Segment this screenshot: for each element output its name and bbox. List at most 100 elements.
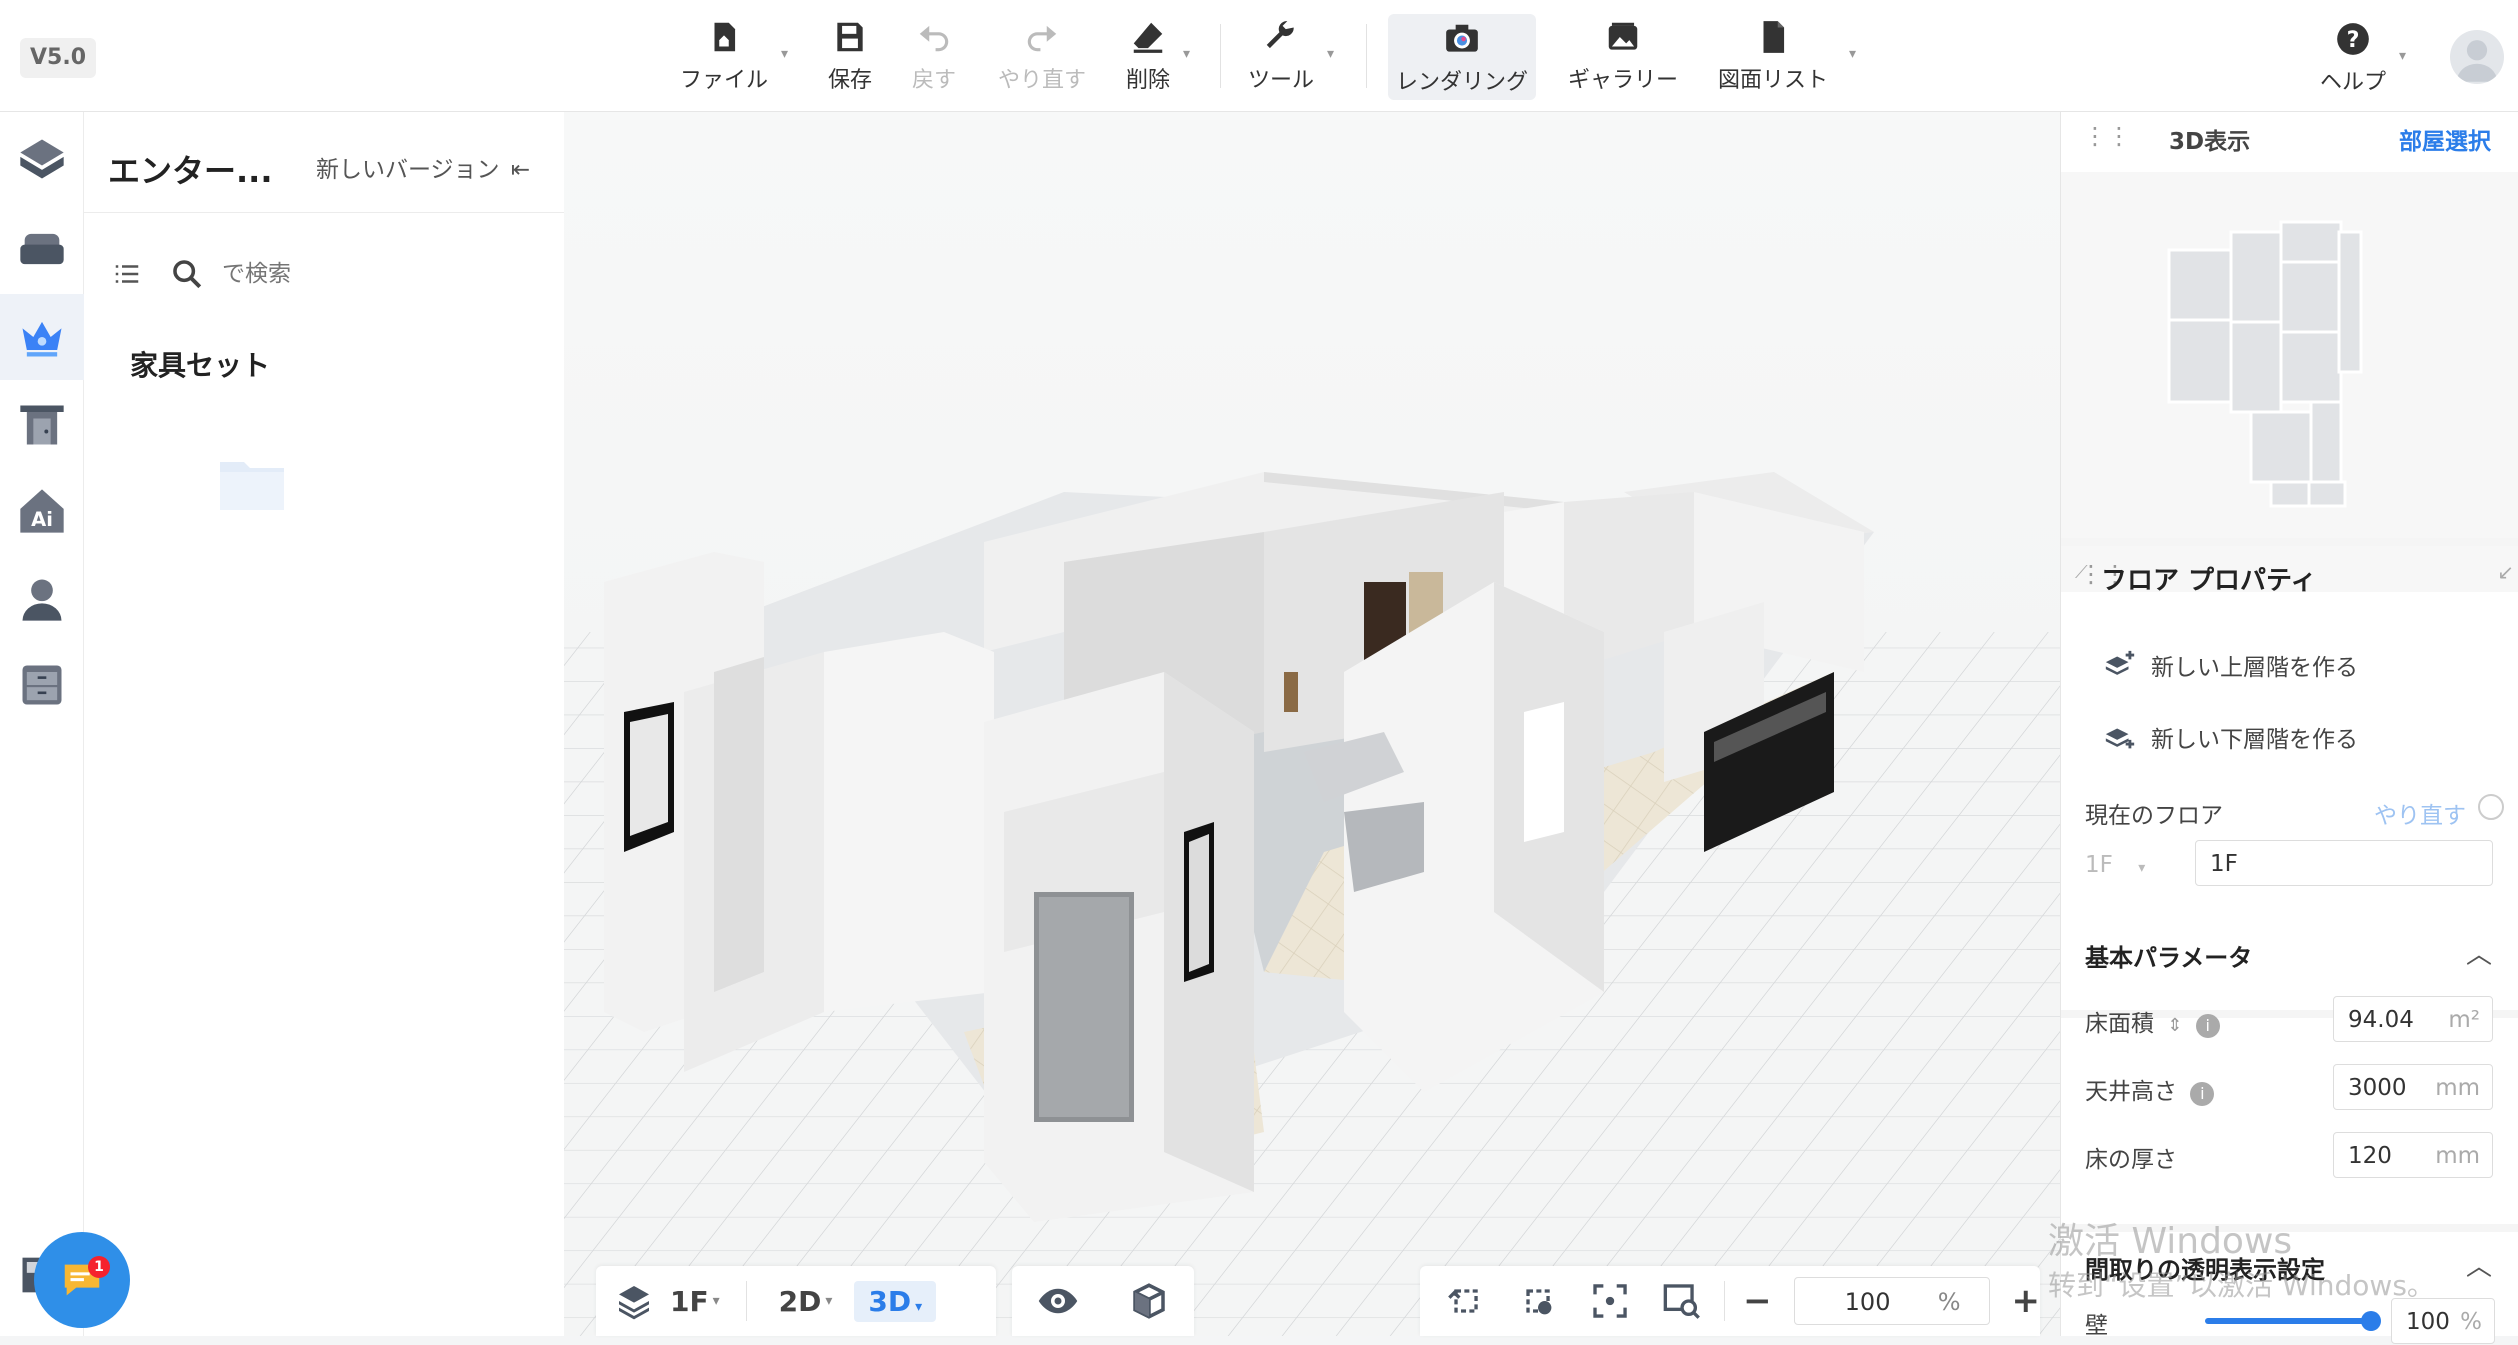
toolbar-divider bbox=[1366, 24, 1367, 88]
mode-3d-label: 3D bbox=[868, 1284, 912, 1318]
ceiling-height-text: 天井高さ bbox=[2085, 1079, 2177, 1105]
ceiling-height-field[interactable]: 3000 mm bbox=[2333, 1064, 2493, 1110]
version-badge: V5.0 bbox=[20, 38, 96, 78]
delete-label: 削除 bbox=[1126, 68, 1171, 93]
camera-settings-icon[interactable] bbox=[1518, 1279, 1558, 1323]
floor-switcher[interactable]: 1F ▾ bbox=[614, 1281, 720, 1321]
new-lower-floor-button[interactable]: 新しい下層階を作る bbox=[2103, 720, 2358, 754]
new-upper-floor-label: 新しい上層階を作る bbox=[2151, 655, 2358, 681]
crown-icon bbox=[22, 321, 62, 357]
rail-ai-design-button[interactable]: Ai bbox=[0, 468, 84, 554]
gallery-image-icon bbox=[1608, 22, 1638, 50]
wall-transparency-value: 100 bbox=[2406, 1309, 2450, 1335]
panel-title: エンター... bbox=[108, 152, 273, 190]
user-icon bbox=[2456, 40, 2498, 82]
wall-transparency-slider[interactable] bbox=[2205, 1311, 2381, 1331]
person-icon bbox=[22, 579, 62, 621]
wrench-icon bbox=[1266, 21, 1294, 49]
3d-viewport[interactable] bbox=[564, 112, 2060, 1336]
folder-icon[interactable] bbox=[218, 454, 286, 512]
floor-area-value: 94.04 bbox=[2348, 1007, 2414, 1033]
help-icon: ? bbox=[2337, 23, 2369, 55]
camera-controls-bar: − 100 % + bbox=[1420, 1266, 2040, 1336]
clock-icon bbox=[2478, 794, 2504, 820]
delete-button[interactable]: 削除 ▾ bbox=[1126, 18, 1190, 98]
floor-plan-cube-icon bbox=[20, 139, 64, 179]
tools-label: ツール bbox=[1248, 68, 1315, 93]
eye-icon[interactable] bbox=[1037, 1280, 1079, 1322]
mode-2d-button[interactable]: 2D bbox=[779, 1285, 822, 1318]
svg-text:Ai: Ai bbox=[31, 508, 53, 531]
collapse-arrow-icon[interactable]: ↙ bbox=[2497, 560, 2514, 584]
undo-button[interactable]: 戻す bbox=[912, 18, 956, 98]
list-icon[interactable] bbox=[112, 259, 142, 289]
floor-area-label: 床面積 ⇕ i bbox=[2085, 1004, 2220, 1038]
save-icon bbox=[837, 22, 863, 52]
chevron-down-icon: ▾ bbox=[712, 1293, 720, 1309]
gallery-button[interactable]: ギャラリー bbox=[1568, 18, 1678, 98]
chat-support-button[interactable] bbox=[34, 1232, 130, 1328]
floor-area-field[interactable]: 94.04 m² bbox=[2333, 996, 2493, 1042]
mode-3d-button[interactable]: 3D ▾ bbox=[854, 1280, 937, 1322]
chevron-down-icon: ▾ bbox=[1182, 46, 1191, 62]
zoom-area-icon[interactable] bbox=[1662, 1279, 1702, 1323]
room-select-link[interactable]: 部屋選択 bbox=[2399, 122, 2491, 156]
new-version-link[interactable]: 新しいバージョン ⇤ bbox=[316, 150, 530, 184]
drag-handle-icon[interactable]: ⋮⋮ bbox=[2083, 122, 2131, 150]
tools-menu-button[interactable]: ツール ▾ bbox=[1248, 18, 1334, 98]
slider-handle[interactable] bbox=[2361, 1311, 2381, 1331]
new-version-label: 新しいバージョン bbox=[316, 157, 500, 183]
drawing-list-label: 図面リスト bbox=[1718, 68, 1829, 93]
floor-name-field[interactable]: 1F bbox=[2195, 840, 2493, 886]
rail-enterprise-button[interactable] bbox=[0, 294, 84, 380]
info-icon[interactable]: i bbox=[2190, 1082, 2215, 1106]
cube-icon[interactable] bbox=[1128, 1280, 1170, 1322]
ceiling-height-unit: mm bbox=[2435, 1075, 2480, 1101]
rendering-button[interactable]: レンダリング bbox=[1388, 14, 1536, 100]
file-menu-button[interactable]: ファイル ▾ bbox=[680, 18, 788, 98]
floor-area-unit: m² bbox=[2448, 1007, 2480, 1033]
3d-view-title: 3D表示 bbox=[2169, 129, 2251, 155]
save-button[interactable]: 保存 bbox=[828, 18, 872, 98]
help-label: ヘルプ bbox=[2320, 70, 2387, 95]
floor-thickness-field[interactable]: 120 mm bbox=[2333, 1132, 2493, 1178]
eraser-icon bbox=[1133, 22, 1163, 53]
camera-reset-icon[interactable] bbox=[1446, 1279, 1486, 1323]
sort-icon[interactable]: ⇕ bbox=[2167, 1015, 2182, 1036]
help-button[interactable]: ? ヘルプ ▾ bbox=[2320, 20, 2406, 100]
rail-account-button[interactable] bbox=[0, 556, 84, 642]
search-input[interactable] bbox=[222, 261, 462, 287]
new-upper-floor-button[interactable]: 新しい上層階を作る bbox=[2103, 648, 2358, 682]
rendering-label: レンダリング bbox=[1395, 70, 1528, 95]
ceiling-height-label: 天井高さ i bbox=[2085, 1072, 2215, 1106]
display-options-bar bbox=[1012, 1266, 1194, 1336]
zoom-in-button[interactable]: + bbox=[2012, 1281, 2041, 1321]
rail-doors-button[interactable] bbox=[0, 382, 84, 468]
fit-view-icon[interactable] bbox=[1590, 1279, 1630, 1323]
windows-activation-watermark: 激活 Windows 转到“设置”以激活 Windows。 bbox=[2048, 1220, 2435, 1308]
rail-cabinet-button[interactable] bbox=[0, 642, 84, 728]
floor-properties-title: フロア プロパティ bbox=[2101, 566, 2317, 596]
chevron-up-icon[interactable]: ︿ bbox=[2466, 1246, 2492, 1283]
floor-area-text: 床面積 bbox=[2085, 1011, 2154, 1037]
user-avatar[interactable] bbox=[2450, 30, 2504, 84]
info-icon[interactable]: i bbox=[2195, 1014, 2220, 1038]
watermark-line-2: 转到“设置”以激活 Windows。 bbox=[2048, 1269, 2435, 1302]
home-file-icon bbox=[714, 22, 736, 52]
chevron-up-icon[interactable]: ︿ bbox=[2466, 934, 2492, 971]
floor-select-value: 1F bbox=[2085, 852, 2113, 878]
zoom-out-button[interactable]: − bbox=[1743, 1281, 1772, 1321]
rail-floorplan-button[interactable] bbox=[0, 116, 84, 202]
redo-floor-link[interactable]: やり直す bbox=[2374, 796, 2466, 830]
file-menu-label: ファイル bbox=[680, 68, 769, 93]
mini-map[interactable]: ⟋ bbox=[2061, 172, 2518, 592]
3d-floorplan-render[interactable] bbox=[564, 112, 2060, 1336]
door-icon bbox=[20, 405, 64, 445]
basic-params-title: 基本パラメータ bbox=[2085, 944, 2253, 972]
floor-select[interactable]: 1F ▾ bbox=[2085, 842, 2165, 888]
rail-furniture-button[interactable] bbox=[0, 206, 84, 292]
redo-button[interactable]: やり直す bbox=[998, 18, 1086, 98]
new-lower-floor-label: 新しい下層階を作る bbox=[2151, 727, 2358, 753]
drawing-list-button[interactable]: 図面リスト ▾ bbox=[1718, 18, 1856, 98]
zoom-field[interactable]: 100 % bbox=[1793, 1277, 1990, 1325]
